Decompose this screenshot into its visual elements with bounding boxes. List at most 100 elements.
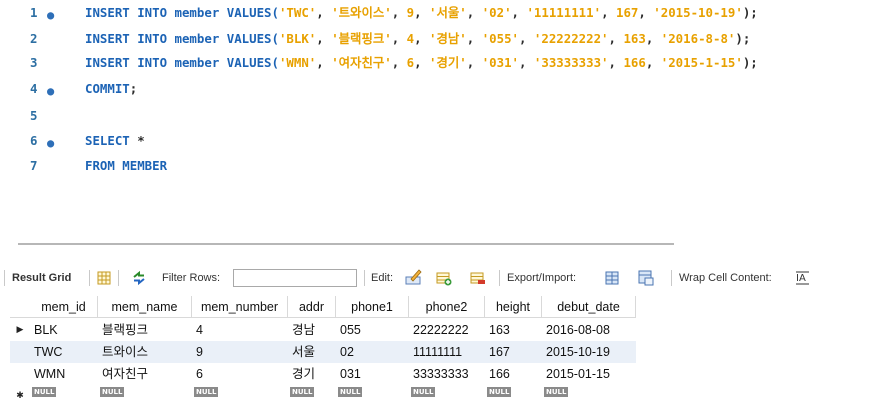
code-line[interactable]: 5 [0, 106, 882, 126]
code-token: '트와이스' [331, 5, 392, 20]
code-text: COMMIT; [85, 79, 137, 99]
code-token: , [316, 31, 332, 46]
table-cell[interactable]: 055 [340, 319, 409, 341]
export-icon[interactable] [604, 270, 620, 286]
table-cell[interactable]: 167 [489, 341, 542, 363]
table-cell[interactable]: NULL [32, 385, 98, 407]
code-line[interactable]: 6 ● SELECT * [0, 131, 882, 151]
table-cell[interactable]: NULL [544, 385, 636, 407]
column-header-phone1[interactable]: phone1 [336, 296, 409, 318]
table-cell[interactable]: NULL [487, 385, 542, 407]
code-token: 'WMN' [278, 55, 317, 70]
grid-view-icon[interactable] [96, 270, 112, 286]
column-header-phone2[interactable]: phone2 [409, 296, 485, 318]
column-header-addr[interactable]: addr [288, 296, 336, 318]
code-line[interactable]: 2 INSERT INTO member VALUES('BLK', '블랙핑크'… [0, 29, 882, 49]
code-token: ; [129, 81, 138, 96]
code-token: 'TWC' [278, 5, 317, 20]
sql-editor[interactable]: 1 ● INSERT INTO member VALUES('TWC', '트와이스… [0, 0, 882, 200]
table-row[interactable]: TWC 트와이스 9 서울 02 11111111 167 2015-10-19 [10, 341, 636, 363]
result-grid-tab[interactable]: Result Grid [12, 266, 71, 290]
filter-rows-input[interactable] [233, 269, 357, 287]
column-header-height[interactable]: height [485, 296, 542, 318]
code-line[interactable]: 3 INSERT INTO member VALUES('WMN', '여자친구'… [0, 53, 882, 73]
table-cell[interactable]: 22222222 [413, 319, 485, 341]
panel-splitter[interactable] [18, 243, 674, 245]
table-cell[interactable]: 블랙핑크 [102, 319, 192, 341]
table-cell[interactable]: 서울 [292, 341, 336, 363]
table-cell[interactable]: 166 [489, 363, 542, 385]
table-cell[interactable]: NULL [100, 385, 192, 407]
null-badge: NULL [194, 387, 219, 397]
table-cell[interactable]: NULL [411, 385, 485, 407]
new-row-marker-icon: ✱ [16, 391, 24, 401]
code-token: '33333333' [533, 55, 609, 70]
table-cell[interactable]: 11111111 [413, 341, 485, 363]
table-cell[interactable]: NULL [194, 385, 288, 407]
table-cell[interactable]: 경기 [292, 363, 336, 385]
code-line[interactable]: 4 ● COMMIT; [0, 79, 882, 99]
code-token: 163 [623, 31, 646, 46]
code-token: , [316, 5, 332, 20]
code-token: '경기' [429, 55, 467, 70]
current-row-arrow-icon[interactable]: ▶ [10, 319, 30, 341]
code-token: '02' [481, 5, 512, 20]
table-cell[interactable]: 2015-10-19 [546, 341, 636, 363]
import-icon[interactable] [638, 270, 654, 286]
table-cell[interactable]: TWC [34, 341, 98, 363]
code-line[interactable]: 1 ● INSERT INTO member VALUES('TWC', '트와이스… [0, 3, 882, 23]
code-text: SELECT * [85, 131, 145, 151]
code-token: , [414, 31, 430, 46]
table-cell[interactable]: NULL [338, 385, 409, 407]
code-token: 'BLK' [278, 31, 317, 46]
table-cell[interactable]: BLK [34, 319, 98, 341]
code-token: , [391, 5, 407, 20]
table-cell[interactable]: 2015-01-15 [546, 363, 636, 385]
table-cell[interactable]: NULL [290, 385, 336, 407]
code-token: '블랙핑크' [331, 31, 392, 46]
null-badge: NULL [487, 387, 512, 397]
code-line[interactable]: 7 FROM MEMBER [0, 156, 882, 176]
table-cell[interactable]: 33333333 [413, 363, 485, 385]
table-cell[interactable]: 경남 [292, 319, 336, 341]
column-header-mem_id[interactable]: mem_id [30, 296, 98, 318]
code-token: , [608, 55, 624, 70]
table-cell[interactable]: 2016-08-08 [546, 319, 636, 341]
table-cell[interactable]: WMN [34, 363, 98, 385]
code-token: '2015-10-19' [653, 5, 743, 20]
table-cell[interactable]: 031 [340, 363, 409, 385]
delete-row-icon[interactable] [470, 270, 486, 286]
table-cell[interactable]: 6 [196, 363, 288, 385]
result-toolbar: Result Grid Filter Rows: Edit: Export/Im… [0, 266, 882, 290]
code-token: , [601, 5, 616, 20]
row-header[interactable] [10, 341, 30, 363]
table-row[interactable]: WMN 여자친구 6 경기 031 33333333 166 2015-01-15 [10, 363, 636, 385]
table-cell[interactable]: 트와이스 [102, 341, 192, 363]
null-badge: NULL [290, 387, 315, 397]
code-token: ); [742, 55, 758, 70]
table-cell[interactable]: 163 [489, 319, 542, 341]
wrap-cell-icon[interactable]: IA [795, 270, 811, 286]
row-header[interactable] [10, 363, 30, 385]
refresh-arrows-icon[interactable] [131, 270, 147, 286]
code-token: '2015-1-15' [660, 55, 743, 70]
table-cell[interactable]: 여자친구 [102, 363, 192, 385]
code-token: '여자친구' [331, 55, 392, 70]
null-badge: NULL [544, 387, 569, 397]
column-header-debut_date[interactable]: debut_date [542, 296, 636, 318]
statement-marker-icon: ● [47, 8, 55, 22]
table-row[interactable]: ▶ BLK 블랙핑크 4 경남 055 22222222 163 2016-08-08 [10, 319, 636, 341]
table-cell[interactable]: 4 [196, 319, 288, 341]
add-row-icon[interactable] [436, 270, 452, 286]
code-token: , [511, 5, 527, 20]
code-token: COMMIT [85, 81, 130, 96]
code-token: , [391, 55, 407, 70]
edit-row-icon[interactable] [405, 268, 423, 286]
svg-text:IA: IA [796, 273, 806, 284]
new-row[interactable]: ✱ NULL NULL NULL NULL NULL NULL NULL NULL [10, 385, 636, 407]
table-cell[interactable]: 02 [340, 341, 409, 363]
code-token: 6 [406, 55, 415, 70]
column-header-mem_number[interactable]: mem_number [192, 296, 288, 318]
table-cell[interactable]: 9 [196, 341, 288, 363]
column-header-mem_name[interactable]: mem_name [98, 296, 192, 318]
